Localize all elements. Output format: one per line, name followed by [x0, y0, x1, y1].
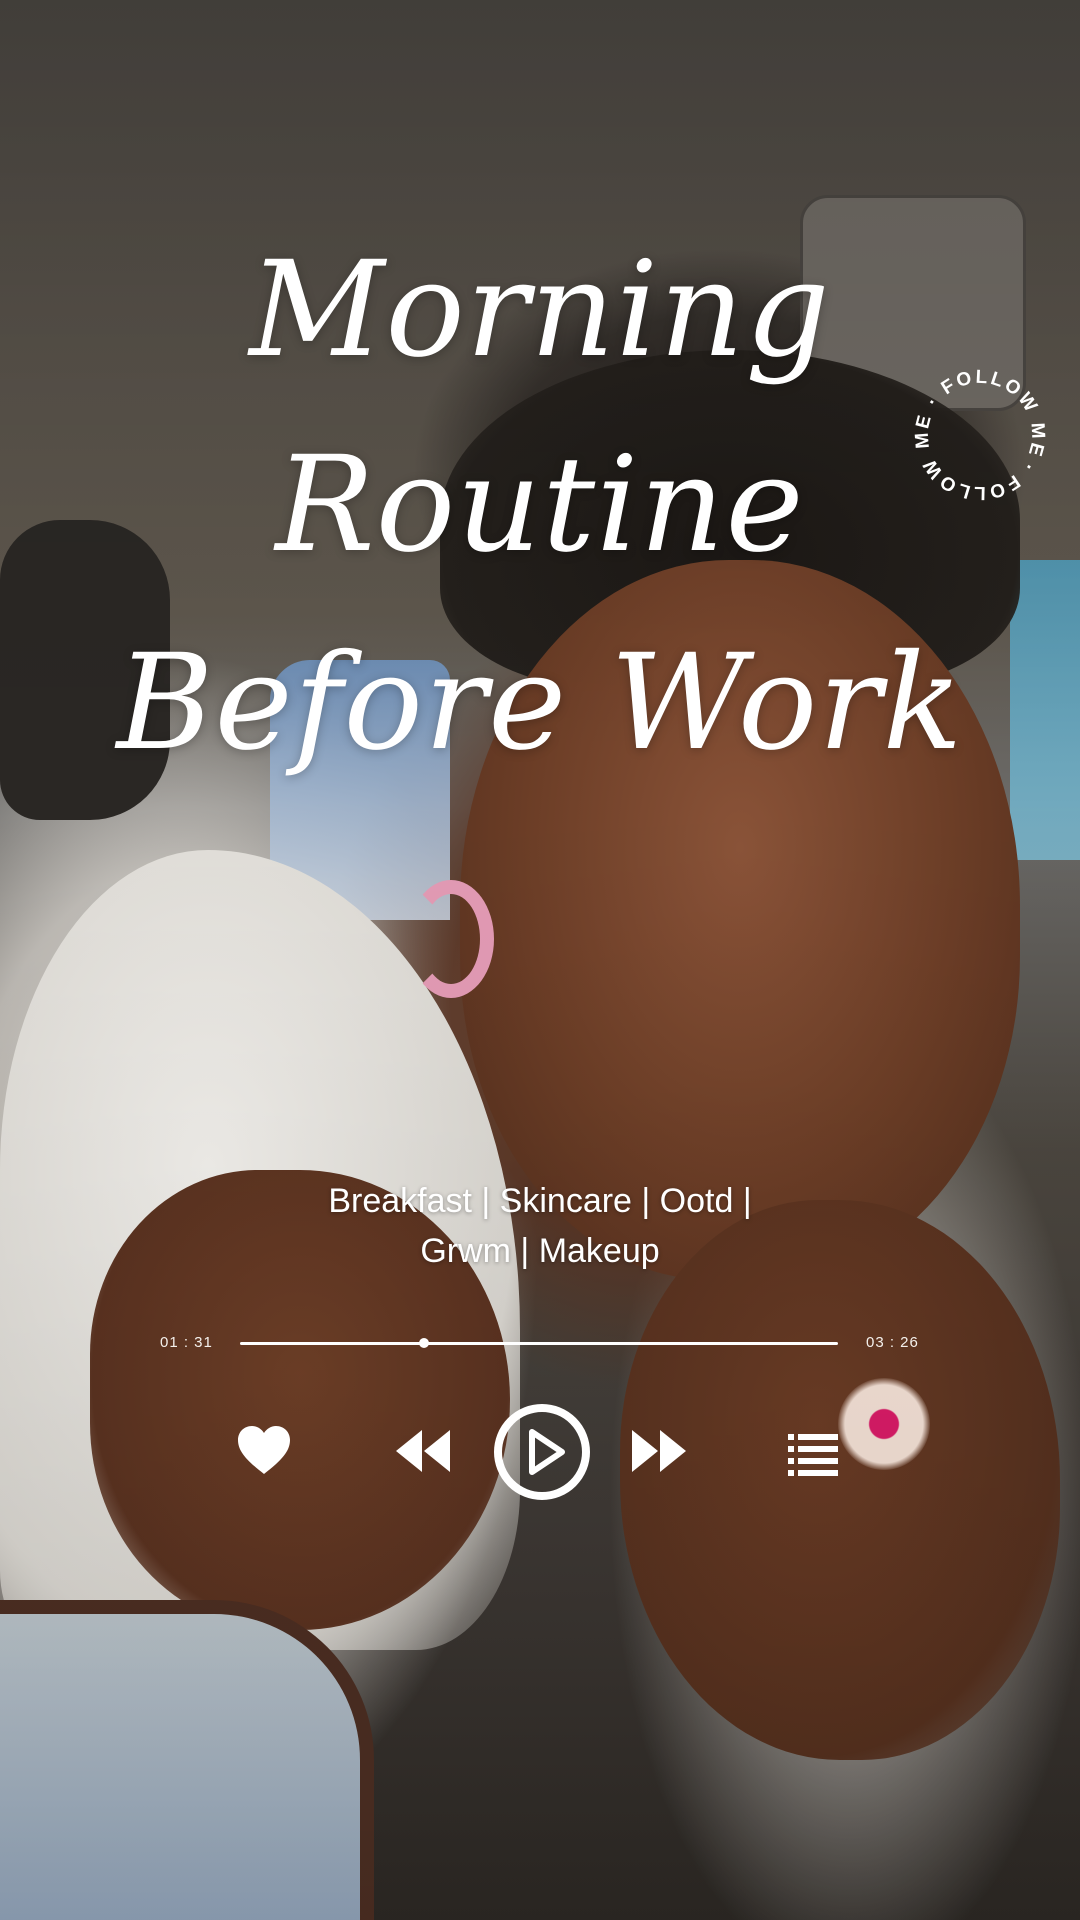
fast-forward-icon[interactable] [630, 1428, 688, 1474]
current-time: 01 : 31 [160, 1334, 213, 1351]
follow-me-badge-text: · FOLLOW ME · FOLLOW ME [905, 360, 1055, 510]
rewind-icon[interactable] [394, 1428, 452, 1474]
play-button[interactable] [492, 1402, 592, 1502]
heart-icon[interactable] [236, 1424, 292, 1476]
story-canvas: Morning Routine Before Work · FOLLOW ME … [0, 0, 1080, 1920]
progress-bar[interactable] [240, 1338, 838, 1348]
play-icon [529, 1429, 565, 1475]
follow-me-badge[interactable]: · FOLLOW ME · FOLLOW ME [905, 360, 1055, 510]
progress-thumb[interactable] [418, 1338, 429, 1348]
tags-line-2: Grwm | Makeup [420, 1232, 660, 1270]
tags-line-1: Breakfast | Skincare | Ootd | [328, 1182, 752, 1220]
tags-caption: Breakfast | Skincare | Ootd | Grwm | Mak… [240, 1176, 840, 1276]
playlist-icon[interactable] [786, 1432, 840, 1476]
title-line-before-work: Before Work [116, 626, 964, 780]
svg-text:· FOLLOW ME · FOLLOW ME: · FOLLOW ME · FOLLOW ME [905, 360, 1055, 510]
total-time: 03 : 26 [866, 1334, 919, 1351]
